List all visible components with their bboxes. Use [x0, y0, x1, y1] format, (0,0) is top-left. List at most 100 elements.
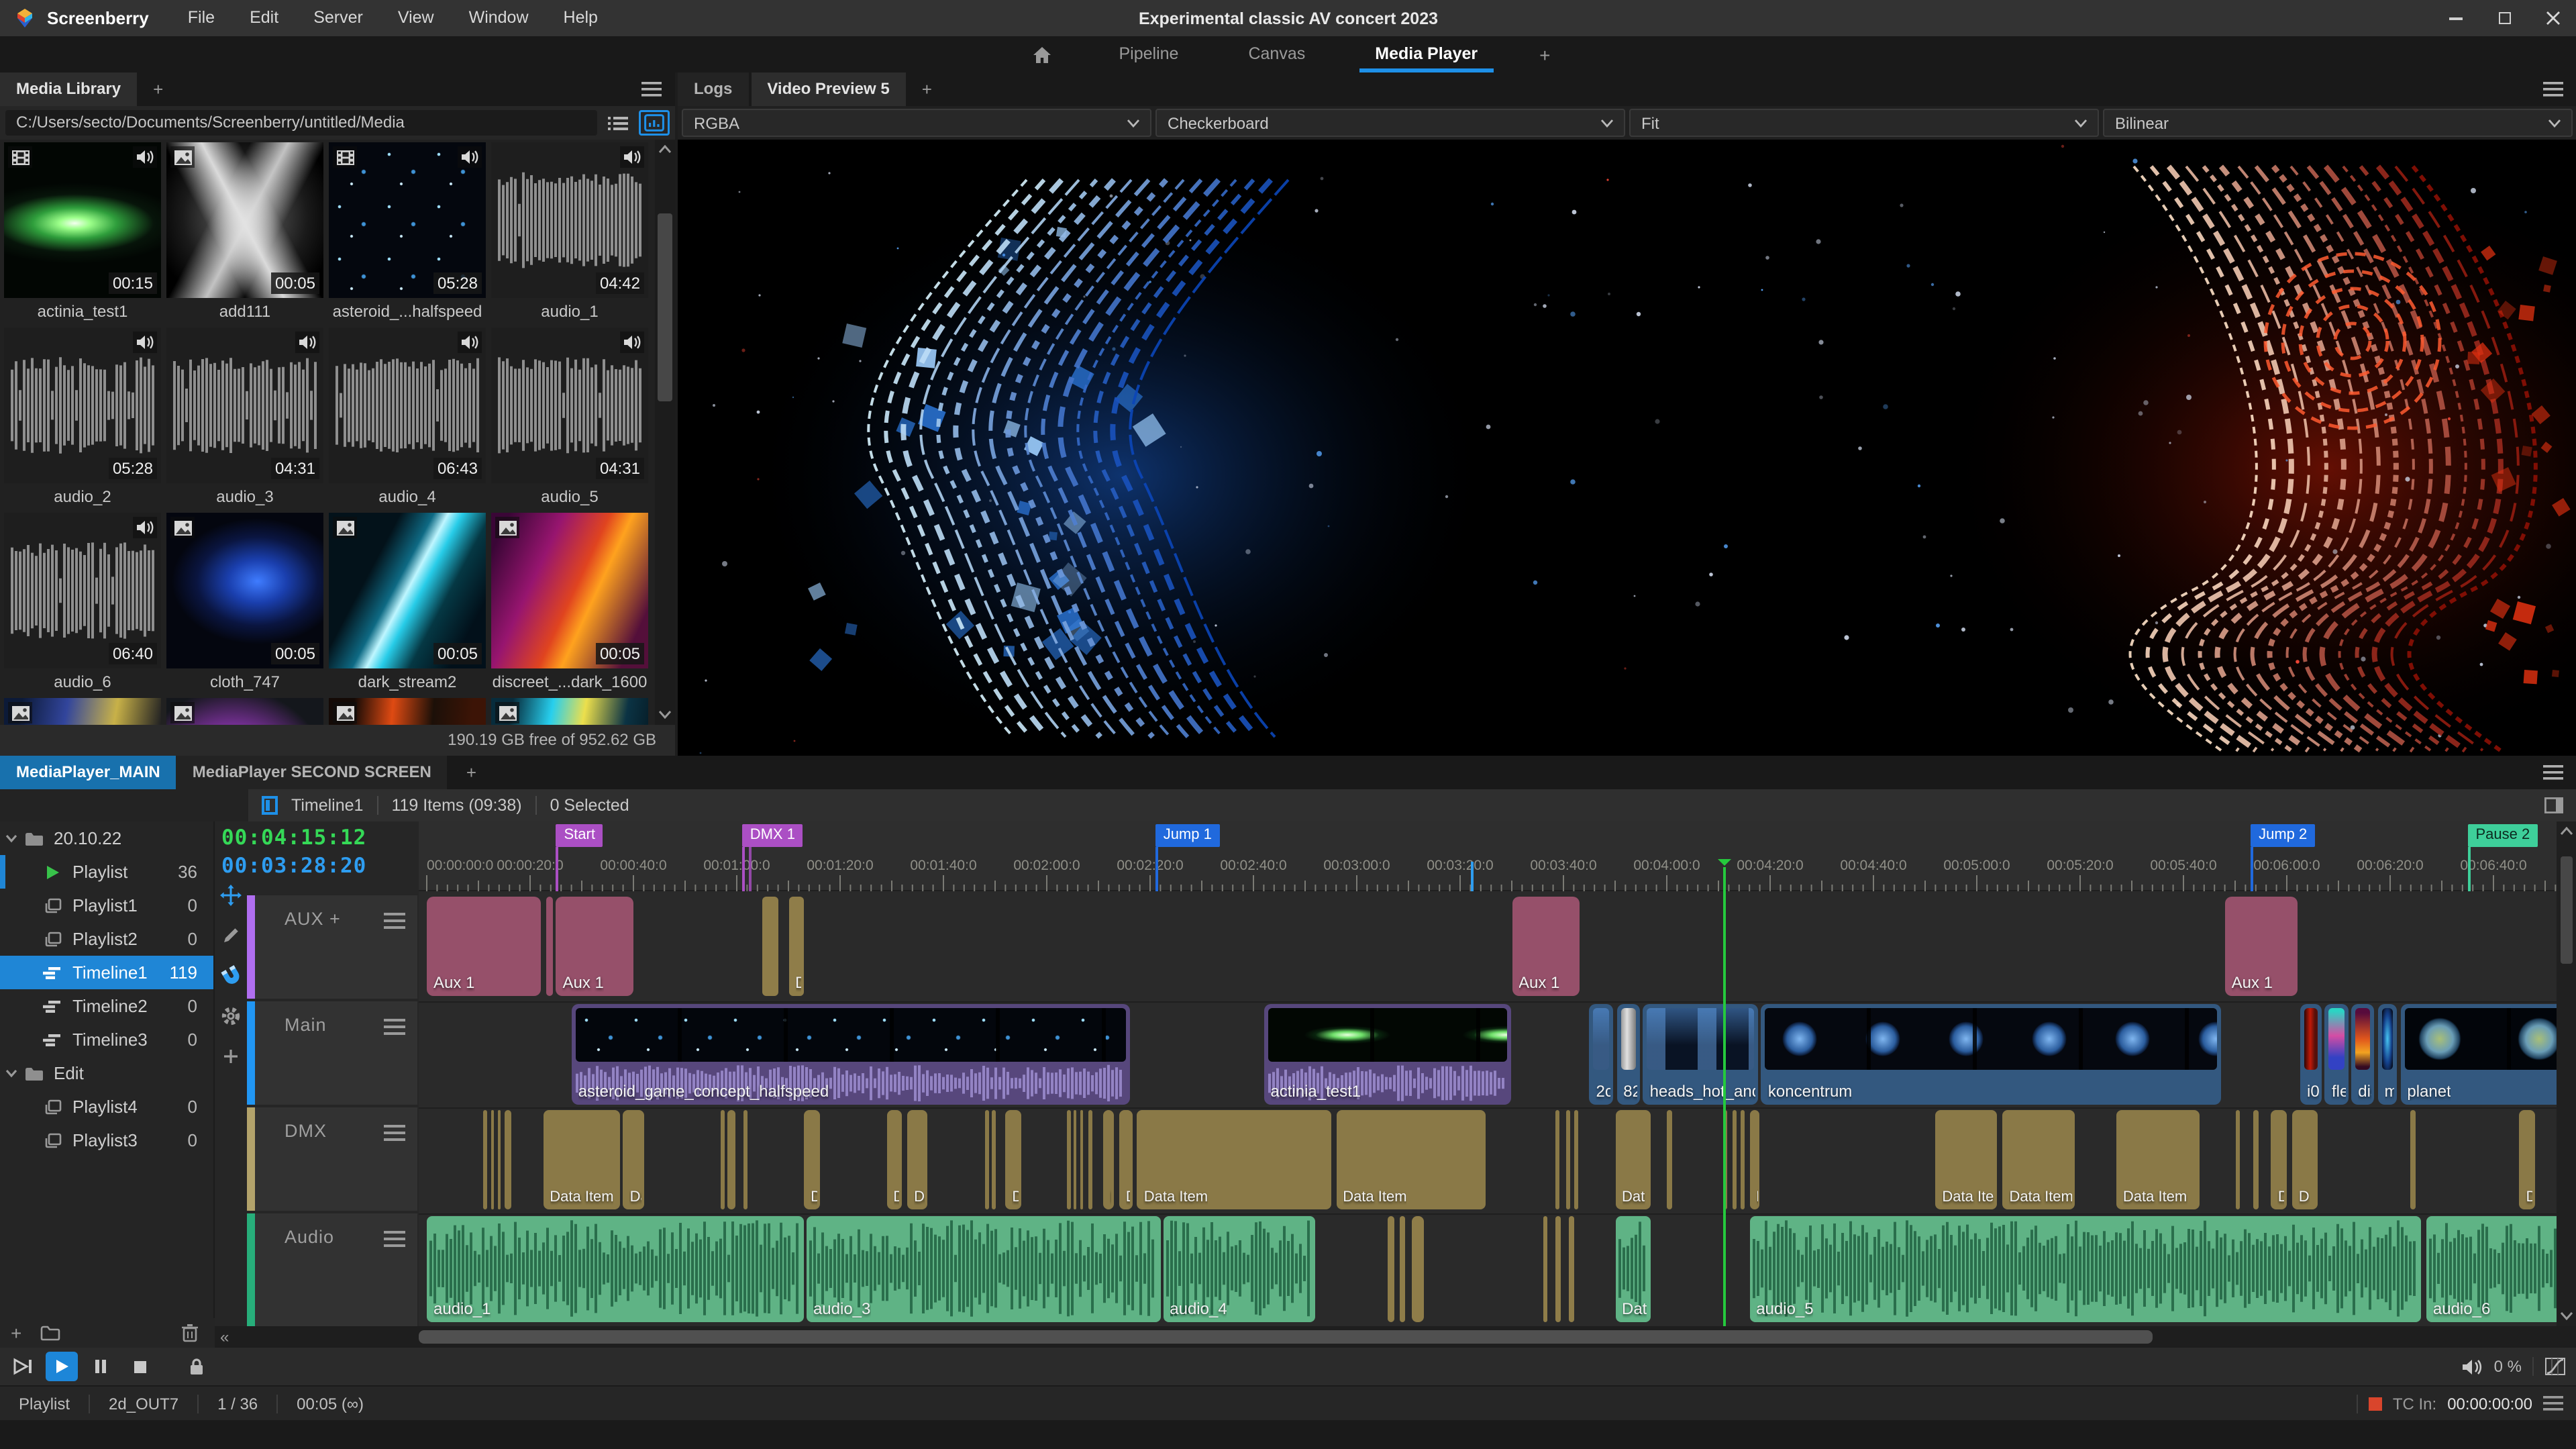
clip-dmx-item[interactable]: Da [907, 1110, 928, 1209]
sidebar-item-playlist4[interactable]: Playlist4 0 [0, 1090, 213, 1123]
marker-jump-1[interactable]: Jump 1 [1155, 824, 1220, 847]
clip-dmx-item[interactable] [1667, 1110, 1672, 1209]
media-item-asteroid_...halfspeed[interactable]: 05:28 asteroid_...halfspeed [329, 142, 486, 322]
clip-aux-aux-1[interactable]: Aux 1 [427, 897, 541, 996]
clip-audio-audio_3[interactable]: audio_3 [806, 1216, 1161, 1322]
clip-dmx-item[interactable]: D [1005, 1110, 1021, 1209]
lock-button[interactable] [180, 1352, 212, 1381]
clip-dmx-item[interactable]: D [2271, 1110, 2287, 1209]
track-menu-button[interactable] [384, 1123, 405, 1148]
clip-dmx-item[interactable]: D [1749, 1110, 1760, 1209]
media-item-audio_2[interactable]: 05:28 audio_2 [4, 328, 161, 507]
grid-view-button[interactable] [639, 110, 670, 136]
clip-dmx-item[interactable] [1574, 1110, 1578, 1209]
clip-dmx-item[interactable]: D [2291, 1110, 2318, 1209]
media-item-dark_stream2[interactable]: 00:05 dark_stream2 [329, 513, 486, 693]
status-menu-icon[interactable] [2543, 1396, 2563, 1411]
clip-dmx-item[interactable] [984, 1110, 989, 1209]
clip-dmx-item[interactable]: Data Item [543, 1110, 621, 1209]
clip-dmx-item[interactable]: Da [623, 1110, 644, 1209]
panel-toggle-icon[interactable] [2544, 797, 2563, 813]
clip-dmx-item[interactable]: Dat [1615, 1110, 1651, 1209]
library-scroll-thumb[interactable] [658, 213, 672, 401]
close-button[interactable] [2528, 0, 2576, 36]
menu-help[interactable]: Help [546, 0, 615, 36]
skip-next-button[interactable] [7, 1352, 39, 1381]
sidebar-item-playlist2[interactable]: Playlist2 0 [0, 922, 213, 956]
media-item[interactable] [4, 698, 161, 725]
clip-audio[interactable] [1543, 1216, 1548, 1322]
tree-caret[interactable] [0, 832, 21, 844]
workspace-tab-media-player[interactable]: Media Player [1340, 36, 1512, 72]
clip-aux-aux-1[interactable]: Aux 1 [1512, 897, 1580, 996]
clip-dmx-item[interactable] [2253, 1110, 2259, 1209]
menu-file[interactable]: File [170, 0, 232, 36]
tree-caret[interactable] [0, 1067, 21, 1079]
add-item-button[interactable]: + [0, 1322, 32, 1344]
marker-pause-2[interactable]: Pause 2 [2467, 824, 2538, 847]
preview-add-tab-button[interactable]: + [906, 72, 948, 106]
timeline-canvas[interactable]: 00:00:00:0 00:00:20:0 00:00:40:0 00:01:00:0… [419, 821, 2557, 1326]
library-scrollbar[interactable] [655, 140, 675, 725]
clip-aux-aux-1[interactable]: Aux 1 [556, 897, 633, 996]
workspace-tab-pipeline[interactable]: Pipeline [1084, 36, 1214, 72]
library-menu-button[interactable] [628, 72, 675, 106]
background-dropdown[interactable]: Checkerboard [1155, 109, 1625, 137]
delete-button[interactable] [165, 1323, 215, 1342]
clip-dmx-item[interactable]: Data Item [2002, 1110, 2075, 1209]
sidebar-item-20.10.22[interactable]: 20.10.22 [0, 821, 213, 855]
filtering-dropdown[interactable]: Bilinear [2103, 109, 2573, 137]
track-menu-button[interactable] [384, 1230, 405, 1254]
clip-audio[interactable] [1411, 1216, 1425, 1322]
speaker-icon[interactable] [2462, 1358, 2483, 1375]
timeline-vscrollbar[interactable] [2557, 821, 2576, 1326]
track-menu-button[interactable] [384, 911, 405, 936]
media-item-cloth_747[interactable]: 00:05 cloth_747 [166, 513, 323, 693]
add-folder-button[interactable] [32, 1325, 68, 1341]
library-add-tab-button[interactable]: + [137, 72, 179, 106]
player-menu-button[interactable] [2530, 756, 2576, 789]
clip-dmx-item[interactable] [721, 1110, 725, 1209]
marker-start[interactable]: Start [556, 824, 603, 847]
clip-dmx-item[interactable] [1080, 1110, 1083, 1209]
clip-dmx-item[interactable] [491, 1110, 495, 1209]
menu-server[interactable]: Server [296, 0, 380, 36]
sidebar-item-timeline3[interactable]: Timeline3 0 [0, 1023, 213, 1056]
restore-button[interactable] [2480, 0, 2528, 36]
timeline-ruler[interactable]: 00:00:00:0 00:00:20:0 00:00:40:0 00:01:00:0… [419, 821, 2557, 891]
clip-dmx-item[interactable] [1565, 1110, 1570, 1209]
clip-audio-audio_5[interactable]: audio_5 [1749, 1216, 2422, 1322]
clip-koncentrum[interactable]: koncentrum [1761, 1004, 2222, 1105]
player-add-tab-button[interactable]: + [450, 756, 493, 789]
clip-dmx-item[interactable] [1088, 1110, 1092, 1209]
add-track-tool[interactable] [219, 1044, 243, 1068]
tab-logs[interactable]: Logs [678, 72, 749, 106]
clip-dmx-item[interactable] [483, 1110, 487, 1209]
clip-audio-dat[interactable]: Dat [1615, 1216, 1651, 1322]
clip-i0[interactable]: i0 [2300, 1004, 2322, 1105]
clip-audio[interactable] [1568, 1216, 1574, 1322]
home-button[interactable] [1000, 36, 1084, 72]
tab-media-library[interactable]: Media Library [0, 72, 138, 106]
clip-dmx-item[interactable]: D [2519, 1110, 2535, 1209]
media-item-audio_3[interactable]: 04:31 audio_3 [166, 328, 323, 507]
media-item[interactable] [491, 698, 648, 725]
stop-button[interactable] [123, 1352, 156, 1381]
scaling-dropdown[interactable]: Fit [1629, 109, 2099, 137]
library-path-input[interactable]: C:/Users/secto/Documents/Screenberry/unt… [5, 110, 597, 136]
workspace-add-tab-button[interactable]: + [1512, 44, 1577, 65]
media-item-audio_1[interactable]: 04:42 audio_1 [491, 142, 648, 322]
clip-dmx-item[interactable]: Data Ite [1935, 1110, 1998, 1209]
clip-aux[interactable] [546, 897, 554, 996]
clip-aux[interactable] [762, 897, 778, 996]
clip-audio-audio_6[interactable]: audio_6 [2426, 1216, 2557, 1322]
pencil-tool[interactable] [219, 923, 243, 948]
move-tool[interactable] [219, 883, 243, 907]
clip-dmx-item[interactable] [727, 1110, 736, 1209]
clip-dmx-item[interactable]: Data Item [1336, 1110, 1486, 1209]
clip-aux-aux-1[interactable]: Aux 1 [2224, 897, 2298, 996]
media-item-discreet_...dark_1600[interactable]: 00:05 discreet_...dark_1600 [491, 513, 648, 693]
clip-aux-d[interactable]: D [788, 897, 805, 996]
playhead[interactable] [1723, 867, 1727, 1326]
clip-planet[interactable]: planet [2400, 1004, 2557, 1105]
